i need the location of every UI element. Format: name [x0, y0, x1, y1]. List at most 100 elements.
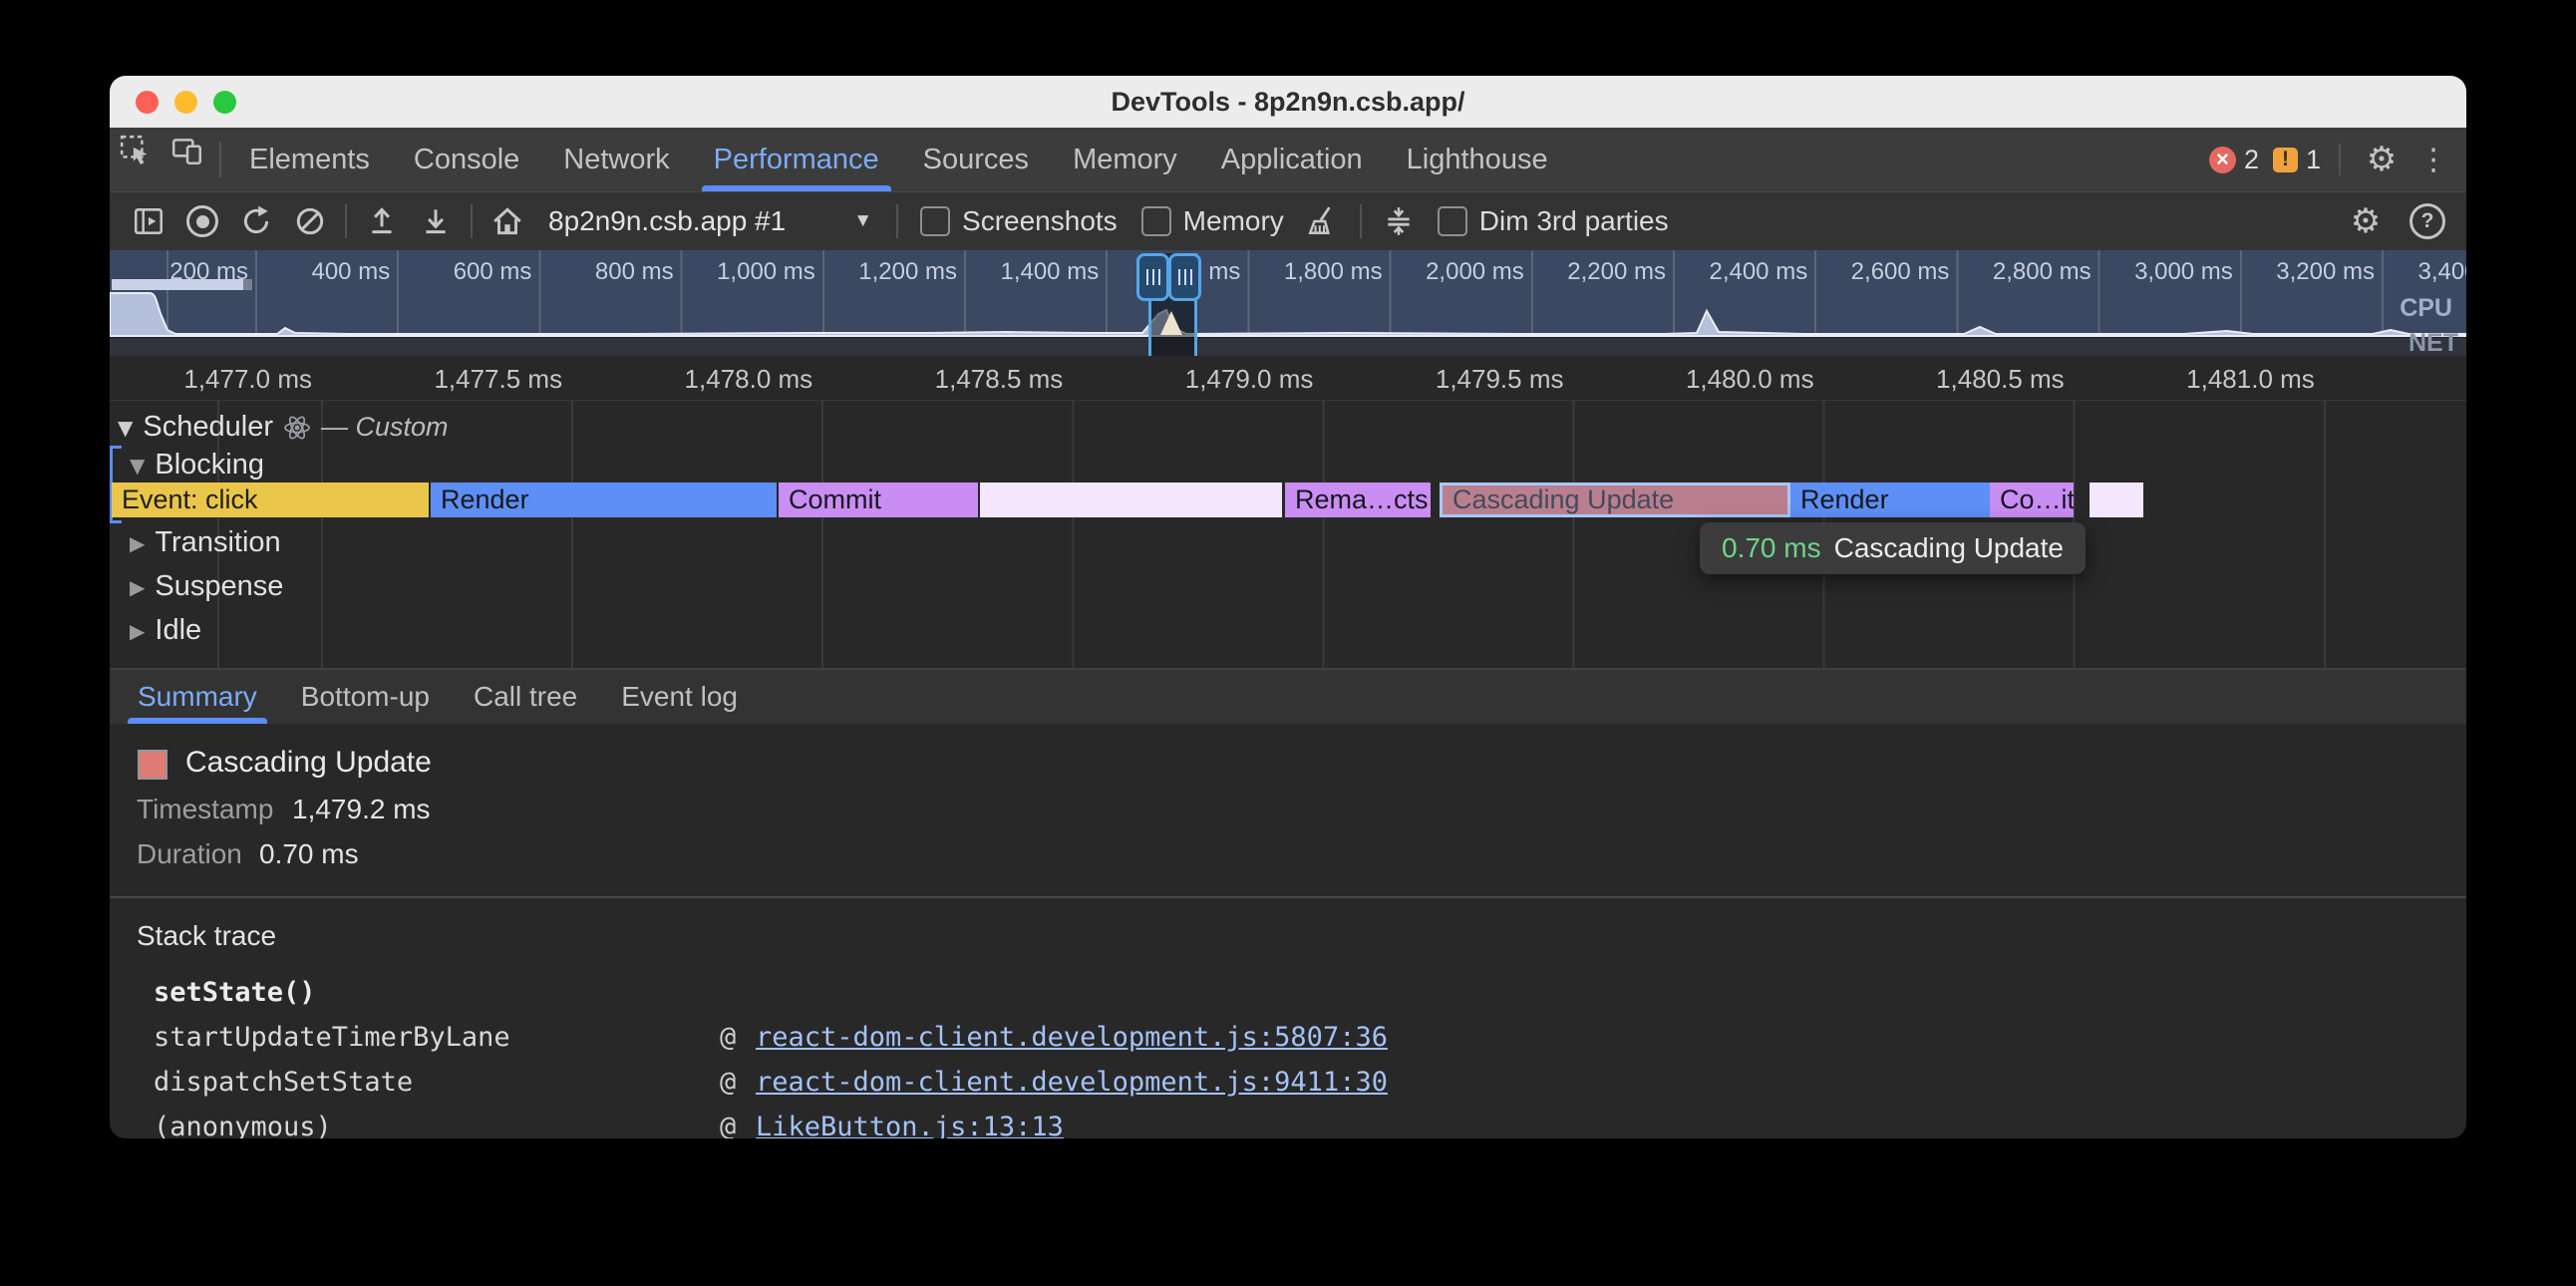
stack-frame: setState() [110, 970, 2466, 1015]
selection-left-handle[interactable] [1136, 253, 1169, 301]
flame-bar[interactable] [980, 482, 1282, 517]
garbage-collect-icon[interactable] [1300, 198, 1346, 244]
error-badge[interactable]: × 2 [2209, 145, 2259, 175]
tab-network[interactable]: Network [541, 128, 691, 191]
stack-frame: startUpdateTimerByLane@react-dom-client.… [110, 1015, 2466, 1060]
target-label: 8p2n9n.csb.app #1 [548, 205, 786, 237]
chevron-down-icon: ▼ [853, 210, 872, 232]
kebab-menu-icon[interactable]: ⋮ [2418, 137, 2448, 182]
screenshots-checkbox[interactable]: Screenshots [912, 205, 1126, 237]
duration-value: 0.70 ms [259, 838, 359, 870]
error-icon: × [2209, 147, 2236, 173]
row-idle[interactable]: ▶ Idle [130, 614, 201, 647]
timestamp-value: 1,479.2 ms [292, 794, 431, 825]
help-icon[interactable]: ? [2405, 198, 2450, 244]
timestamp-label: Timestamp [137, 794, 273, 825]
source-location-link[interactable]: react-dom-client.development.js:5807:36 [756, 1022, 1388, 1053]
collapse-icon[interactable] [1376, 198, 1422, 244]
warning-icon: ! [2273, 148, 2298, 172]
checkbox-box [920, 206, 950, 236]
tab-elements[interactable]: Elements [227, 128, 392, 191]
settings-gear-icon[interactable]: ⚙ [2359, 137, 2405, 182]
row-blocking[interactable]: ▼ Blocking [130, 449, 264, 482]
warning-badge[interactable]: ! 1 [2273, 145, 2321, 175]
tab-bottom-up[interactable]: Bottom-up [279, 670, 452, 724]
row-suspense[interactable]: ▶ Suspense [130, 570, 283, 603]
tab-call-tree[interactable]: Call tree [452, 670, 599, 724]
flame-bar[interactable]: Event: click [112, 482, 429, 517]
target-selector[interactable]: 8p2n9n.csb.app #1 ▼ [538, 205, 882, 237]
minimize-window-button[interactable] [174, 91, 197, 114]
home-icon[interactable] [484, 198, 530, 244]
flame-bar[interactable]: Co…it [1990, 482, 2074, 517]
flame-bar[interactable]: Render [431, 482, 777, 517]
cpu-lane-label: CPU [2394, 294, 2458, 323]
titlebar: DevTools - 8p2n9n.csb.app/ [110, 76, 2466, 128]
inspect-element-icon[interactable] [110, 128, 161, 173]
tooltip-title: Cascading Update [1834, 532, 2064, 564]
divider [471, 204, 473, 238]
tab-console[interactable]: Console [392, 128, 541, 191]
active-tab-underline [702, 185, 891, 191]
reload-and-record-icon[interactable] [233, 198, 279, 244]
source-location-link[interactable]: react-dom-client.development.js:9411:30 [756, 1067, 1388, 1098]
close-window-button[interactable] [136, 91, 159, 114]
selection-right-handle[interactable] [1168, 253, 1201, 301]
ruler-tick-label: 1,480.5 ms [1865, 364, 2065, 395]
checkbox-box [1438, 206, 1467, 236]
upload-profile-icon[interactable] [359, 198, 405, 244]
tab-event-log[interactable]: Event log [599, 670, 760, 724]
tab-performance[interactable]: Performance [692, 128, 901, 191]
zoom-window-button[interactable] [213, 91, 236, 114]
flame-bar[interactable] [2090, 482, 2143, 517]
tab-application[interactable]: Application [1199, 128, 1385, 191]
device-toolbar-icon[interactable] [161, 128, 213, 173]
memory-checkbox[interactable]: Memory [1133, 205, 1292, 237]
clear-icon[interactable] [287, 198, 333, 244]
ruler-tick-label: 1,479.0 ms [1114, 364, 1313, 395]
flame-tooltip: 0.70 ms Cascading Update [1700, 522, 2086, 574]
ruler-tick-label: 1,480.0 ms [1615, 364, 1814, 395]
download-profile-icon[interactable] [413, 198, 459, 244]
record-icon[interactable] [179, 198, 225, 244]
track-suffix: — Custom [321, 412, 449, 443]
chevron-down-icon: ▼ [118, 416, 133, 440]
duration-label: Duration [137, 838, 242, 870]
traffic-lights [136, 91, 236, 114]
summary-panel: Cascading Update Timestamp 1,479.2 ms Du… [110, 724, 2466, 896]
divider [345, 204, 347, 238]
net-lane-label: NET [2409, 329, 2458, 356]
divider [1360, 204, 1362, 238]
stack-frame: (anonymous)@LikeButton.js:13:13 [110, 1105, 2466, 1138]
chevron-down-icon: ▼ [130, 454, 145, 478]
window-title: DevTools - 8p2n9n.csb.app/ [1111, 87, 1464, 118]
chevron-right-icon: ▶ [130, 531, 145, 555]
source-location-link[interactable]: LikeButton.js:13:13 [756, 1112, 1064, 1138]
divider [896, 204, 898, 238]
flame-bar[interactable]: Render [1790, 482, 1990, 517]
tab-summary[interactable]: Summary [116, 670, 279, 724]
capture-settings-gear-icon[interactable]: ⚙ [2343, 198, 2389, 244]
at-separator: @ [720, 1067, 756, 1098]
stack-trace-panel: Stack trace setState()startUpdateTimerBy… [110, 896, 2466, 1138]
ruler-tick-label: 1,479.5 ms [1365, 364, 1564, 395]
tab-sources[interactable]: Sources [901, 128, 1051, 191]
track-scheduler[interactable]: ▼ Scheduler — Custom [118, 411, 449, 444]
tooltip-duration: 0.70 ms [1722, 532, 1821, 564]
dim-3rd-parties-checkbox[interactable]: Dim 3rd parties [1430, 205, 1677, 237]
tab-memory[interactable]: Memory [1051, 128, 1199, 191]
cpu-spike-marker [1160, 311, 1182, 335]
timeline-overview[interactable]: 200 ms400 ms600 ms800 ms1,000 ms1,200 ms… [110, 250, 2466, 356]
flame-bar-selected[interactable]: Cascading Update [1440, 482, 1790, 517]
tab-lighthouse[interactable]: Lighthouse [1385, 128, 1570, 191]
checkbox-box [1141, 206, 1171, 236]
flame-bar[interactable]: Commit [779, 482, 978, 517]
performance-toolbar: 8p2n9n.csb.app #1 ▼ Screenshots Memory D… [110, 192, 2466, 250]
row-transition[interactable]: ▶ Transition [130, 526, 281, 559]
stack-frame-function: startUpdateTimerByLane [154, 1022, 720, 1053]
divider [2339, 144, 2341, 175]
flame-chart[interactable]: ▼ Scheduler — Custom ▼ Blocking Event: c… [110, 401, 2466, 668]
flame-bar[interactable]: Rema…cts [1285, 482, 1431, 517]
stack-frame-function: (anonymous) [154, 1112, 720, 1138]
toggle-sidebar-icon[interactable] [126, 198, 171, 244]
